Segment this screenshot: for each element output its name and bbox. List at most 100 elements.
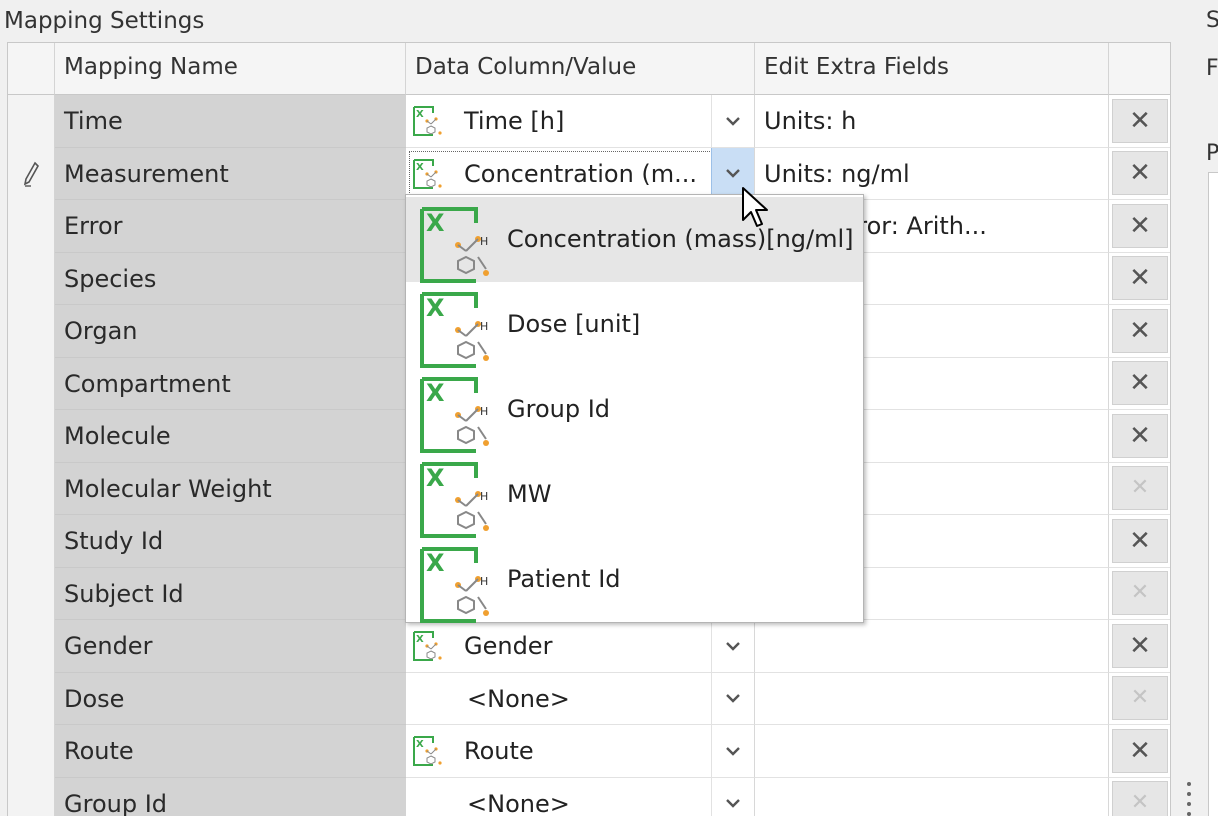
- mouse-cursor-icon: [742, 187, 768, 227]
- dropdown-button[interactable]: [711, 725, 754, 777]
- close-icon: ✕: [1130, 790, 1150, 816]
- data-column-select[interactable]: X Gender: [406, 620, 755, 673]
- dropdown-option-label: Concentration (mass)[ng/ml]: [507, 225, 854, 253]
- dropdown-option[interactable]: X H Dose [unit]: [406, 282, 863, 368]
- svg-text:H: H: [480, 575, 488, 588]
- delete-cell: ✕: [1109, 620, 1170, 673]
- table-row[interactable]: Route X Route ✕: [8, 725, 1170, 778]
- close-icon: ✕: [1130, 685, 1150, 711]
- close-icon: ✕: [1129, 420, 1151, 451]
- data-column-select[interactable]: X Concentration (m...: [406, 147, 755, 200]
- row-indicator[interactable]: [8, 95, 55, 148]
- mapping-name-cell: Study Id: [55, 515, 406, 568]
- dropdown-option[interactable]: X H Concentration (mass)[ng/ml]: [406, 197, 863, 283]
- dropdown-option[interactable]: X H MW: [406, 452, 863, 538]
- delete-row-button: ✕: [1112, 571, 1168, 616]
- row-indicator[interactable]: [8, 567, 55, 620]
- extra-fields-cell[interactable]: [755, 672, 1109, 725]
- row-indicator[interactable]: [8, 357, 55, 410]
- excel-column-icon: XH: [420, 547, 489, 623]
- dropdown-option-label: Patient Id: [507, 565, 621, 593]
- extra-fields-cell[interactable]: [755, 777, 1109, 816]
- table-row[interactable]: Gender X Gender ✕: [8, 620, 1170, 673]
- dropdown-button[interactable]: [711, 95, 754, 147]
- mapping-name-cell: Route: [55, 725, 406, 778]
- data-column-select[interactable]: <None>: [406, 777, 755, 816]
- dropdown-option-label: Dose [unit]: [507, 310, 641, 338]
- column-header-mapping-name[interactable]: Mapping Name: [55, 43, 406, 95]
- splitter-grip-icon[interactable]: [1185, 780, 1193, 816]
- svg-text:X: X: [426, 294, 445, 322]
- data-column-dropdown-list: X H Concentration (mass)[ng/ml] X H Dose [uni…: [405, 194, 864, 623]
- delete-row-button[interactable]: ✕: [1112, 413, 1168, 458]
- dropdown-button[interactable]: [711, 620, 754, 672]
- delete-row-button[interactable]: ✕: [1112, 256, 1168, 301]
- excel-column-icon: X: [413, 158, 442, 189]
- row-indicator[interactable]: [8, 252, 55, 305]
- table-row[interactable]: Dose <None> ✕: [8, 672, 1170, 725]
- chevron-down-icon: [726, 799, 740, 808]
- dropdown-option[interactable]: X H Patient Id: [406, 537, 863, 623]
- mapping-name-cell: Compartment: [55, 357, 406, 410]
- delete-row-button[interactable]: ✕: [1112, 308, 1168, 353]
- data-column-select[interactable]: X Time [h]: [406, 95, 755, 148]
- extra-fields-cell[interactable]: Units: ng/ml: [755, 147, 1109, 200]
- delete-row-button[interactable]: ✕: [1112, 623, 1168, 668]
- svg-text:X: X: [426, 464, 445, 492]
- row-indicator[interactable]: [8, 777, 55, 816]
- close-icon: ✕: [1129, 368, 1151, 399]
- delete-cell: ✕: [1109, 200, 1170, 253]
- row-indicator[interactable]: [8, 410, 55, 463]
- delete-cell: ✕: [1109, 672, 1170, 725]
- table-row[interactable]: Measurement X Concentration (m... Units: ng…: [8, 147, 1170, 200]
- svg-text:H: H: [480, 320, 488, 333]
- table-row[interactable]: Group Id <None> ✕: [8, 777, 1170, 816]
- delete-cell: ✕: [1109, 410, 1170, 463]
- row-indicator[interactable]: [8, 672, 55, 725]
- data-column-value: <None>: [467, 684, 570, 713]
- dropdown-button[interactable]: [711, 777, 754, 816]
- delete-row-button[interactable]: ✕: [1112, 151, 1168, 196]
- mapping-name-cell: Error: [55, 200, 406, 253]
- right-panel-label-fragment: P: [1206, 141, 1218, 166]
- delete-row-button[interactable]: ✕: [1112, 98, 1168, 143]
- close-icon: ✕: [1130, 580, 1150, 606]
- row-indicator[interactable]: [8, 620, 55, 673]
- svg-text:H: H: [480, 405, 488, 418]
- data-column-value: Concentration (m...: [464, 159, 698, 188]
- delete-row-button: ✕: [1112, 781, 1168, 816]
- column-header-indicator: [8, 43, 55, 95]
- row-indicator[interactable]: [8, 147, 55, 200]
- row-indicator[interactable]: [8, 462, 55, 515]
- dropdown-option[interactable]: X H Group Id: [406, 367, 863, 453]
- delete-row-button[interactable]: ✕: [1112, 203, 1168, 248]
- delete-row-button[interactable]: ✕: [1112, 361, 1168, 406]
- chevron-down-icon: [726, 169, 740, 178]
- row-indicator[interactable]: [8, 305, 55, 358]
- data-column-value: <None>: [467, 789, 570, 816]
- excel-column-icon: X: [413, 631, 442, 661]
- extra-fields-cell[interactable]: Units: h: [755, 95, 1109, 148]
- close-icon: ✕: [1129, 525, 1151, 556]
- column-header-extra-fields[interactable]: Edit Extra Fields: [755, 43, 1109, 95]
- row-indicator[interactable]: [8, 725, 55, 778]
- right-panel: [1208, 172, 1218, 816]
- table-row[interactable]: Time X Time [h] Units: h ✕: [8, 95, 1170, 148]
- row-indicator[interactable]: [8, 200, 55, 253]
- section-title: Mapping Settings: [4, 8, 205, 34]
- data-column-value: Route: [464, 737, 534, 765]
- extra-fields-cell[interactable]: [755, 620, 1109, 673]
- dropdown-button[interactable]: [711, 672, 754, 724]
- row-indicator[interactable]: [8, 515, 55, 568]
- close-icon: ✕: [1130, 475, 1150, 501]
- column-header-data-column[interactable]: Data Column/Value: [406, 43, 755, 95]
- delete-cell: ✕: [1109, 147, 1170, 200]
- data-column-select[interactable]: X Route: [406, 725, 755, 778]
- extra-fields-cell[interactable]: [755, 725, 1109, 778]
- svg-text:H: H: [480, 490, 488, 503]
- close-icon: ✕: [1129, 210, 1151, 241]
- mapping-name-cell: Molecular Weight: [55, 462, 406, 515]
- delete-row-button[interactable]: ✕: [1112, 728, 1168, 773]
- data-column-select[interactable]: <None>: [406, 672, 755, 725]
- delete-row-button[interactable]: ✕: [1112, 518, 1168, 563]
